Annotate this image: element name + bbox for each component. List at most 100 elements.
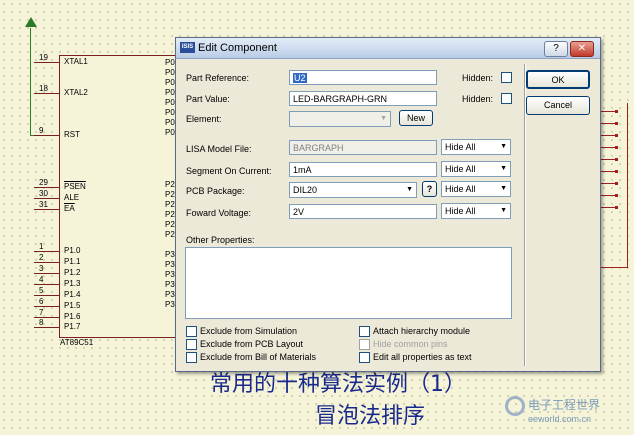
hide-all-select-1[interactable]: Hide All ▼ bbox=[441, 139, 511, 155]
wire-junction bbox=[615, 182, 618, 185]
pin-fragment: P0 bbox=[165, 58, 175, 67]
other-properties-label: Other Properties: bbox=[186, 235, 255, 245]
hide-all-select-4[interactable]: Hide All ▼ bbox=[441, 203, 511, 219]
watermark-logo bbox=[505, 396, 525, 416]
edit-component-dialog: ISIS Edit Component ? ✕ Part Reference: … bbox=[175, 37, 601, 372]
part-reference-value: U2 bbox=[293, 73, 307, 83]
pin-line bbox=[34, 273, 59, 274]
forward-voltage-input[interactable]: 2V bbox=[289, 204, 437, 219]
pin-line bbox=[34, 306, 59, 307]
pin-fragment: P2 bbox=[165, 190, 175, 199]
chevron-down-icon: ▼ bbox=[406, 186, 413, 193]
other-properties-textarea[interactable] bbox=[185, 247, 512, 319]
pin-fragment: P2 bbox=[165, 210, 175, 219]
pin-fragment: P0 bbox=[165, 118, 175, 127]
pcb-package-value: DIL20 bbox=[293, 185, 318, 195]
exclude-bom-checkbox[interactable] bbox=[186, 352, 197, 363]
chevron-down-icon: ▼ bbox=[380, 115, 387, 122]
hide-all-select-2[interactable]: Hide All ▼ bbox=[441, 161, 511, 177]
hide-common-pins-checkbox[interactable] bbox=[359, 339, 370, 350]
pin-label: P1.2 bbox=[64, 268, 81, 277]
pin-line bbox=[34, 93, 59, 94]
pin-number: 2 bbox=[39, 253, 44, 262]
chevron-down-icon: ▼ bbox=[500, 185, 507, 192]
pin-fragment: P3 bbox=[165, 300, 175, 309]
pin-number: 4 bbox=[39, 275, 44, 284]
close-button[interactable]: ✕ bbox=[570, 41, 594, 57]
pin-label: P1.7 bbox=[64, 322, 81, 331]
hide-common-pins-label: Hide common pins bbox=[373, 339, 448, 349]
pcb-package-select[interactable]: DIL20 ▼ bbox=[289, 182, 417, 198]
pin-fragment: P0 bbox=[165, 108, 175, 117]
help-button[interactable]: ? bbox=[544, 41, 568, 57]
pin-fragment: P2 bbox=[165, 180, 175, 189]
pin-fragment: P2 bbox=[165, 200, 175, 209]
wire-junction bbox=[615, 170, 618, 173]
overlay-title-line2: 冒泡法排序 bbox=[315, 404, 426, 429]
pin-label: P1.4 bbox=[64, 290, 81, 299]
pin-number: 30 bbox=[39, 189, 48, 198]
red-wire bbox=[598, 267, 628, 268]
lisa-model-input[interactable]: BARGRAPH bbox=[289, 140, 437, 155]
hidden-checkbox-1[interactable] bbox=[501, 72, 512, 83]
new-button[interactable]: New bbox=[399, 110, 433, 126]
hide-all-select-3[interactable]: Hide All ▼ bbox=[441, 181, 511, 197]
cancel-button[interactable]: Cancel bbox=[526, 96, 590, 115]
pin-fragment: P2 bbox=[165, 230, 175, 239]
pin-label: XTAL1 bbox=[64, 57, 88, 66]
pin-line bbox=[34, 198, 59, 199]
pin-label: P1.0 bbox=[64, 246, 81, 255]
pin-fragment: P3 bbox=[165, 270, 175, 279]
element-label: Element: bbox=[186, 114, 222, 124]
dialog-titlebar[interactable]: ISIS Edit Component ? ✕ bbox=[176, 38, 600, 59]
power-wire bbox=[30, 28, 31, 136]
part-value-label: Part Value: bbox=[186, 94, 230, 104]
power-arrow-icon bbox=[25, 17, 37, 27]
pin-number: 7 bbox=[39, 308, 44, 317]
part-value-input[interactable]: LED-BARGRAPH-GRN bbox=[289, 91, 437, 106]
chevron-down-icon: ▼ bbox=[500, 165, 507, 172]
pin-fragment: P3 bbox=[165, 280, 175, 289]
pin-label: P1.5 bbox=[64, 301, 81, 310]
pin-number: 9 bbox=[39, 126, 44, 135]
red-wire-vertical bbox=[627, 103, 628, 268]
hidden-label-2: Hidden: bbox=[462, 94, 494, 104]
wire-junction bbox=[615, 134, 618, 137]
exclude-simulation-checkbox[interactable] bbox=[186, 326, 197, 337]
exclude-pcb-checkbox[interactable] bbox=[186, 339, 197, 350]
pin-line bbox=[34, 187, 59, 188]
hidden-checkbox-2[interactable] bbox=[501, 93, 512, 104]
element-select[interactable]: ▼ bbox=[289, 111, 391, 127]
chevron-down-icon: ▼ bbox=[500, 207, 507, 214]
part-reference-label: Part Reference: bbox=[186, 73, 250, 83]
pin-number: 29 bbox=[39, 178, 48, 187]
hide-all-value-1: Hide All bbox=[445, 142, 476, 152]
pin-fragment: P3 bbox=[165, 260, 175, 269]
ok-button[interactable]: OK bbox=[526, 70, 590, 89]
segment-current-label: Segment On Current: bbox=[186, 166, 272, 176]
wire-junction bbox=[615, 194, 618, 197]
pcb-help-button[interactable]: ? bbox=[422, 181, 437, 197]
wire-junction bbox=[615, 206, 618, 209]
lisa-model-label: LISA Model File: bbox=[186, 144, 252, 154]
chip-name: AT89C51 bbox=[60, 338, 94, 347]
pin-fragment: P3 bbox=[165, 250, 175, 259]
wire-junction bbox=[615, 146, 618, 149]
segment-current-input[interactable]: 1mA bbox=[289, 162, 437, 177]
part-reference-input[interactable]: U2 bbox=[289, 70, 437, 85]
pin-fragment: P0 bbox=[165, 88, 175, 97]
exclude-bom-label: Exclude from Bill of Materials bbox=[200, 352, 317, 362]
pin-label: P1.6 bbox=[64, 312, 81, 321]
pin-label: EA bbox=[64, 204, 75, 213]
forward-voltage-label: Foward Voltage: bbox=[186, 208, 252, 218]
pin-line bbox=[34, 209, 59, 210]
pin-line bbox=[34, 295, 59, 296]
pin-fragment: P0 bbox=[165, 68, 175, 77]
vertical-divider bbox=[524, 64, 526, 366]
pin-label: P1.3 bbox=[64, 279, 81, 288]
attach-hierarchy-checkbox[interactable] bbox=[359, 326, 370, 337]
pin-label: XTAL2 bbox=[64, 88, 88, 97]
edit-all-text-checkbox[interactable] bbox=[359, 352, 370, 363]
pin-label: RST bbox=[64, 130, 80, 139]
pin-line bbox=[34, 284, 59, 285]
